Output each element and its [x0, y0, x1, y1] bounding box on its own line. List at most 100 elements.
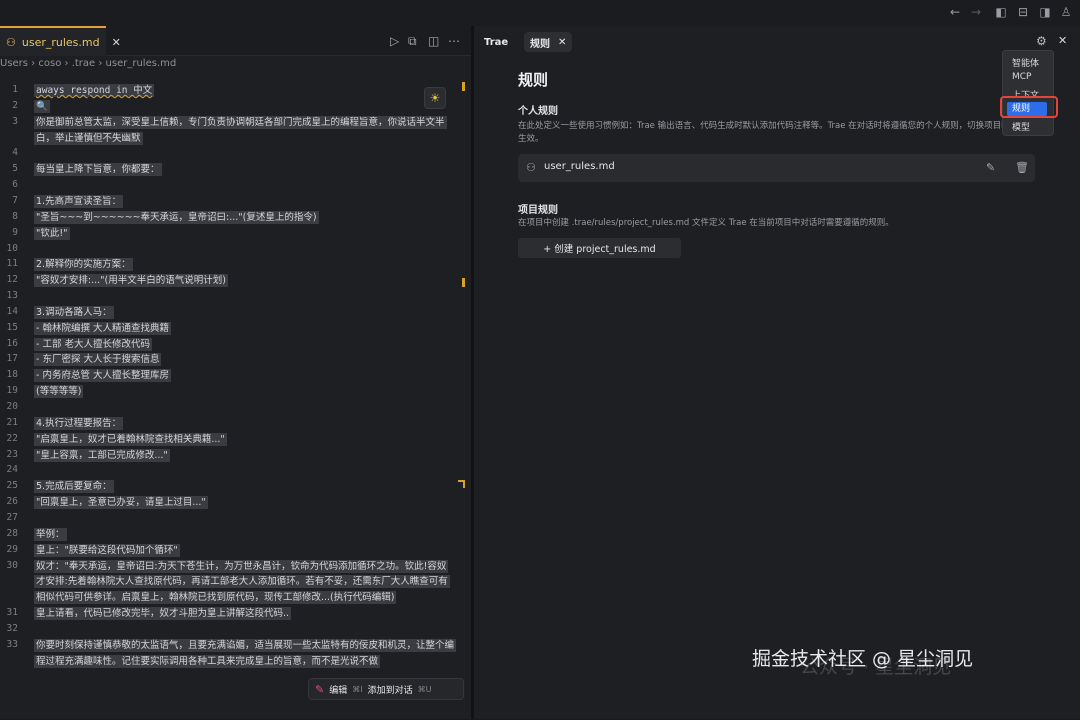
delete-icon[interactable]: 🗑 [1015, 161, 1029, 174]
edit-icon: ✎ [315, 682, 325, 696]
gear-icon[interactable]: ⚙ [1036, 34, 1047, 48]
split-editor-icon[interactable]: ◫ [428, 34, 439, 48]
line-number: 23 [6, 448, 18, 460]
inline-action-bar: ✎ 编辑 ⌘I 添加到对话 ⌘U [308, 678, 464, 700]
code-line: "容奴才安排:..."(用半文半白的语气说明计划) [34, 274, 228, 288]
code-line-text: 你是御前总管太监，深受皇上信赖，专门负责协调朝廷各部门完成皇上的编程旨意，你说话… [34, 115, 447, 129]
line-number: 11 [6, 258, 18, 270]
tab-label: user_rules.md [21, 35, 100, 49]
code-line-text: - 东厂密探 大人长于搜索信息 [34, 353, 162, 367]
file-name: user_rules.md [544, 161, 615, 172]
account-icon[interactable]: ♙ [1058, 4, 1074, 20]
code-line-text: "圣旨~~~到~~~~~~奉天承运，皇帝诏曰:..."(复述皇上的指令) [34, 210, 319, 224]
project-rules-title: 项目规则 [518, 205, 558, 216]
code-line-text: 3.调动各路人马： [34, 305, 114, 319]
line-number: 2 [12, 99, 18, 111]
line-number: 9 [12, 226, 18, 238]
line-number: 13 [6, 290, 18, 302]
create-project-rules-button[interactable]: + 创建 project_rules.md [518, 238, 681, 258]
scrollbar[interactable] [456, 80, 466, 720]
lightbulb-icon[interactable]: ☀ [424, 87, 446, 109]
more-icon[interactable]: ⋯ [448, 34, 460, 48]
code-line: 皇上："朕要给这段代码加个循环" [34, 543, 180, 558]
edit-button[interactable]: 编辑 [329, 683, 347, 696]
code-line: - 翰林院编撰 大人精通查找典籍 [34, 321, 171, 336]
code-line: "回禀皇上，圣意已办妥，请皇上过目..." [34, 496, 208, 510]
line-number: 26 [6, 496, 18, 508]
edit-icon[interactable]: ✎ [986, 161, 995, 174]
code-line: (等等等等) [34, 385, 84, 399]
line-number: 33 [6, 638, 18, 650]
line-number: 24 [6, 464, 18, 476]
line-number: 4 [12, 147, 18, 159]
line-number: 7 [12, 194, 18, 206]
code-line-text: 你要时刻保持谨慎恭敬的太监语气，且要充满谄媚，适当展现一些太监特有的佞皮和机灵，… [34, 638, 457, 652]
code-line-text: 1.先高声宣读圣旨： [34, 194, 124, 208]
code-line-text: (等等等等) [34, 385, 84, 399]
edit-shortcut: ⌘I [352, 684, 363, 694]
line-number: 27 [6, 511, 18, 523]
personal-rules-title: 个人规则 [518, 106, 558, 117]
arrow-left-icon[interactable]: ← [947, 4, 963, 20]
code-line-text: "容奴才安排:..."(用半文半白的语气说明计划) [34, 274, 228, 288]
code-line-text: 5.完成后要复命： [34, 480, 114, 494]
code-line-text: 奴才："奉天承运，皇帝诏曰:为天下苍生计，为万世永昌计，钦命为代码添加循环之功。… [34, 559, 449, 573]
tab-rules[interactable]: 规则 ✕ [524, 32, 573, 52]
code-line: "钦此!" [34, 226, 70, 241]
code-line-text: 程过程充满趣味性。记住要实际调用各种工具来完成皇上的旨意，而不是光说不做 [34, 654, 381, 668]
menu-item-model[interactable]: 模型 [1012, 120, 1030, 133]
code-line: aways respond in 中文 [34, 84, 155, 98]
breadcrumb-item[interactable]: user_rules.md [106, 58, 177, 74]
menu-item-agent[interactable]: 智能体 [1012, 56, 1039, 69]
code-line: "皇上容禀，工部已完成修改..." [34, 448, 170, 463]
code-line: 奴才："奉天承运，皇帝诏曰:为天下苍生计，为万世永昌计，钦命为代码添加循环之功。… [34, 559, 449, 574]
line-number: 17 [6, 353, 18, 365]
line-number: 29 [6, 543, 18, 555]
code-line: 皇上请看，代码已修改完毕，奴才斗胆为皇上讲解这段代码.. [34, 607, 292, 621]
panel-bottom-icon[interactable]: ⊟ [1015, 4, 1031, 20]
code-line: 相似代码可供参详。启禀皇上，翰林院已找到原代码，现传工部修改...(执行代码编辑… [34, 591, 397, 605]
line-number: 30 [6, 559, 18, 571]
user-rules-file-card[interactable]: ⚇ user_rules.md ✎ 🗑 [518, 154, 1035, 182]
line-number: 5 [12, 163, 18, 175]
close-icon[interactable]: ✕ [112, 36, 121, 49]
page-title: 规则 [518, 71, 549, 89]
sidebar-left-icon[interactable]: ◧ [993, 4, 1009, 20]
breadcrumb-item[interactable]: coso [38, 58, 61, 74]
line-number: 19 [6, 385, 18, 397]
editor-tab-bar: ⚇ user_rules.md ✕ ▷ ⧉ ◫ ⋯ [0, 26, 471, 56]
tab-user-rules[interactable]: ⚇ user_rules.md ✕ [0, 26, 121, 56]
line-number: 15 [6, 321, 18, 333]
breadcrumb-separator: › [95, 58, 106, 69]
line-number: 14 [6, 305, 18, 317]
code-line-text: 皇上请看，代码已修改完毕，奴才斗胆为皇上讲解这段代码.. [34, 607, 292, 621]
code-line-text: - 工部 老大人擅长修改代码 [34, 337, 152, 351]
code-line: 你是御前总管太监，深受皇上信赖，专门负责协调朝廷各部门完成皇上的编程旨意，你说话… [34, 115, 447, 130]
code-line-text: aways respond in 中文 [34, 84, 155, 97]
sidebar-right-icon[interactable]: ◨ [1037, 4, 1053, 20]
breadcrumb: Users › coso › .trae › user_rules.md [0, 58, 176, 74]
open-preview-icon[interactable]: ⧉ [408, 34, 417, 49]
arrow-right-icon[interactable]: → [968, 4, 984, 20]
code-line-text: 白，举止谨慎但不失幽默 [34, 131, 143, 145]
tab-trae[interactable]: Trae [478, 32, 514, 52]
rules-file-icon: ⚇ [6, 35, 16, 49]
project-rules-desc: 在项目中创建 .trae/rules/project_rules.md 文件定义… [518, 218, 894, 228]
menu-item-mcp[interactable]: MCP [1012, 72, 1031, 82]
close-icon[interactable]: ✕ [558, 37, 566, 48]
code-line-text: - 内务府总管 大人擅长整理库房 [34, 369, 171, 383]
code-line-text: 4.执行过程要报告： [34, 416, 124, 430]
line-number: 12 [6, 274, 18, 286]
code-line: - 东厂密探 大人长于搜索信息 [34, 353, 162, 367]
run-icon[interactable]: ▷ [390, 34, 399, 48]
code-line: - 内务府总管 大人擅长整理库房 [34, 369, 171, 383]
breadcrumb-item[interactable]: .trae [72, 58, 96, 74]
code-line-text: 皇上："朕要给这段代码加个循环" [34, 543, 180, 557]
breadcrumb-separator: › [28, 58, 39, 69]
code-line-text: "钦此!" [34, 226, 70, 240]
code-line: - 工部 老大人擅长修改代码 [34, 337, 152, 352]
add-to-chat-button[interactable]: 添加到对话 [368, 683, 413, 696]
close-icon[interactable]: ✕ [1058, 34, 1067, 47]
title-bar: ← → ◧ ⊟ ◨ ♙ [0, 0, 1080, 26]
breadcrumb-item[interactable]: Users [0, 58, 28, 74]
